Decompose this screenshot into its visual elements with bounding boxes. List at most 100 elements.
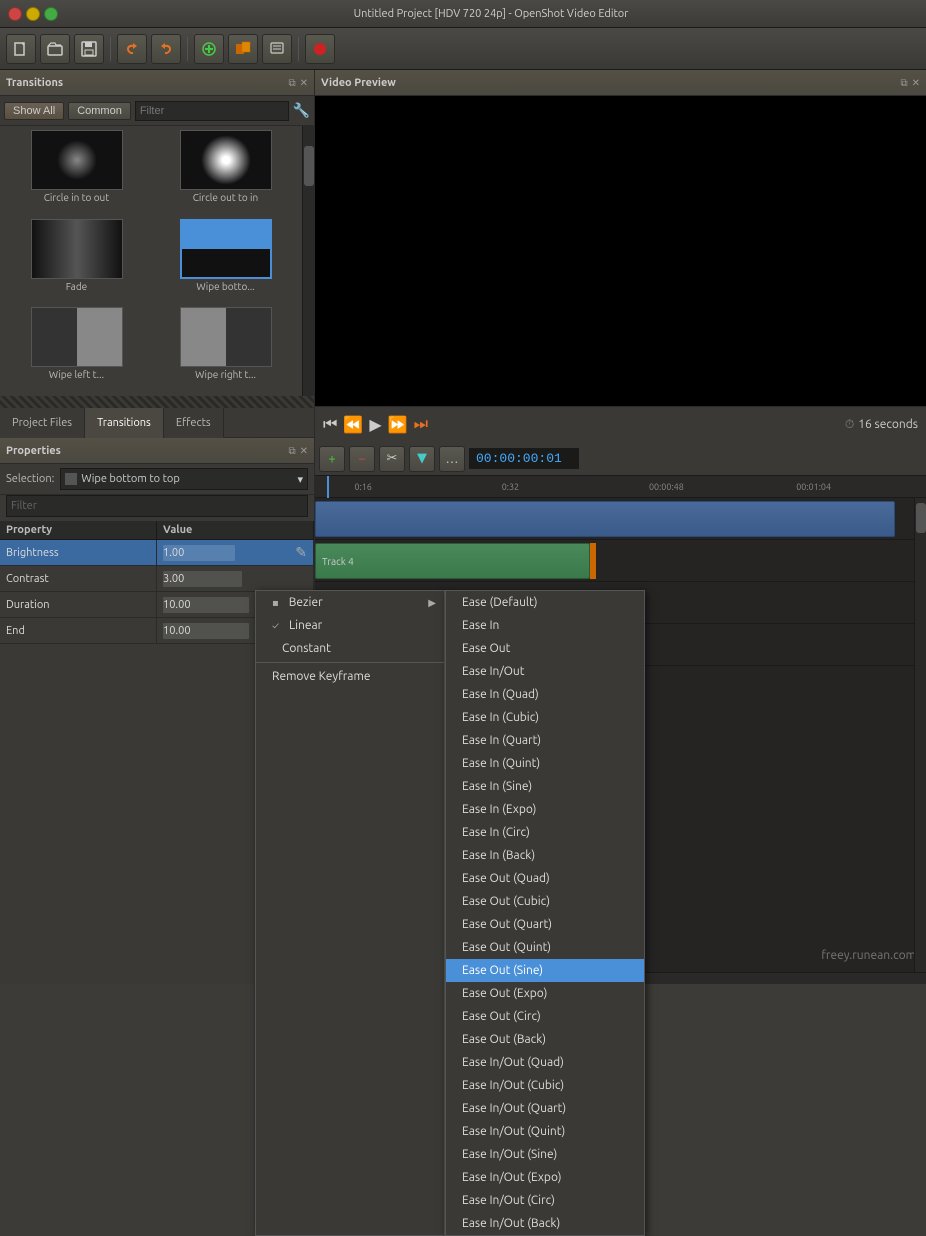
- minimize-button[interactable]: [26, 7, 40, 21]
- sub-ease-inout-quad[interactable]: Ease In/Out (Quad): [446, 1051, 644, 1074]
- props-row-contrast[interactable]: Contrast 3.00: [0, 566, 314, 592]
- sub-ease-in-quart[interactable]: Ease In (Quart): [446, 729, 644, 752]
- props-row-brightness[interactable]: Brightness 1.00 ✎: [0, 540, 314, 566]
- track-4-clip[interactable]: Track 4: [315, 543, 590, 579]
- transition-label-circle-in-out: Circle in to out: [44, 192, 109, 203]
- col-value: Value: [157, 521, 314, 539]
- tab-effects[interactable]: Effects: [164, 408, 224, 438]
- panel-float-icon[interactable]: ⧉: [288, 77, 295, 89]
- transition-label-circle-out-in: Circle out to in: [193, 192, 258, 203]
- import-button[interactable]: [228, 34, 258, 64]
- tracks-scrollbar[interactable]: [914, 498, 926, 972]
- bezier-check-icon: ▪: [272, 597, 279, 609]
- tab-transitions[interactable]: Transitions: [85, 408, 164, 438]
- show-all-button[interactable]: Show All: [4, 102, 64, 120]
- ctx-bezier[interactable]: ▪ Bezier ▶: [256, 591, 444, 614]
- save-button[interactable]: [74, 34, 104, 64]
- sub-ease-in-expo[interactable]: Ease In (Expo): [446, 798, 644, 821]
- sub-ease-out-quart[interactable]: Ease Out (Quart): [446, 913, 644, 936]
- close-button[interactable]: [8, 7, 22, 21]
- tab-project-files[interactable]: Project Files: [0, 408, 85, 438]
- sub-ease-out-quad[interactable]: Ease Out (Quad): [446, 867, 644, 890]
- tl-add-button[interactable]: +: [319, 446, 345, 472]
- col-property: Property: [0, 521, 157, 539]
- context-menu: ▪ Bezier ▶ ✓ Linear Constant Remove Ke: [255, 590, 445, 1236]
- sub-ease-in-out[interactable]: Ease In/Out: [446, 660, 644, 683]
- skip-end-button[interactable]: ⏭: [414, 415, 428, 434]
- ctx-remove-keyframe[interactable]: Remove Keyframe: [256, 665, 444, 688]
- undo-button[interactable]: [117, 34, 147, 64]
- transition-thumb-wipe-left[interactable]: [31, 307, 123, 367]
- video-close-icon[interactable]: ✕: [912, 77, 920, 89]
- ctx-linear[interactable]: ✓ Linear: [256, 614, 444, 637]
- sub-ease-inout-cubic[interactable]: Ease In/Out (Cubic): [446, 1074, 644, 1097]
- sub-ease-out-cubic[interactable]: Ease Out (Cubic): [446, 890, 644, 913]
- tl-remove-button[interactable]: −: [349, 446, 375, 472]
- sub-ease-out-back[interactable]: Ease Out (Back): [446, 1028, 644, 1051]
- track-clip-blue[interactable]: [315, 501, 895, 537]
- transition-thumb-circle-in-out[interactable]: [31, 130, 123, 190]
- sub-ease-inout-quint[interactable]: Ease In/Out (Quint): [446, 1120, 644, 1143]
- sub-ease-in-circ[interactable]: Ease In (Circ): [446, 821, 644, 844]
- sub-ease-out-quint[interactable]: Ease Out (Quint): [446, 936, 644, 959]
- open-button[interactable]: [40, 34, 70, 64]
- transition-wipe-right[interactable]: Wipe right t...: [153, 307, 298, 392]
- panel-close-icon[interactable]: ✕: [300, 77, 308, 89]
- transition-circle-out-in[interactable]: Circle out to in: [153, 130, 298, 215]
- sub-ease-inout-circ[interactable]: Ease In/Out (Circ): [446, 1189, 644, 1212]
- transition-thumb-wipe-right[interactable]: [180, 307, 272, 367]
- sub-ease-in-quint[interactable]: Ease In (Quint): [446, 752, 644, 775]
- sub-ease-inout-expo[interactable]: Ease In/Out (Expo): [446, 1166, 644, 1189]
- selection-dropdown[interactable]: Wipe bottom to top ▾: [60, 468, 308, 490]
- common-button[interactable]: Common: [68, 102, 131, 120]
- tl-cut-button[interactable]: ✂: [379, 446, 405, 472]
- sub-ease-inout-quart[interactable]: Ease In/Out (Quart): [446, 1097, 644, 1120]
- sub-ease-in-quad[interactable]: Ease In (Quad): [446, 683, 644, 706]
- transition-thumb-wipe-bottom[interactable]: [180, 219, 272, 279]
- ctx-constant[interactable]: Constant: [256, 637, 444, 660]
- export-button[interactable]: [262, 34, 292, 64]
- add-track-button[interactable]: [194, 34, 224, 64]
- new-button[interactable]: [6, 34, 36, 64]
- sub-ease-out-expo[interactable]: Ease Out (Expo): [446, 982, 644, 1005]
- play-button[interactable]: ▶: [369, 415, 381, 434]
- sub-ease-inout-back[interactable]: Ease In/Out (Back): [446, 1212, 644, 1235]
- transition-circle-in-out[interactable]: Circle in to out: [4, 130, 149, 215]
- video-preview-header: Video Preview ⧉ ✕: [315, 70, 926, 96]
- transition-fade[interactable]: Fade: [4, 219, 149, 304]
- sub-ease-default[interactable]: Ease (Default): [446, 591, 644, 614]
- sub-ease-in-back[interactable]: Ease In (Back): [446, 844, 644, 867]
- video-float-icon[interactable]: ⧉: [900, 77, 907, 89]
- sub-ease-inout-sine[interactable]: Ease In/Out (Sine): [446, 1143, 644, 1166]
- toolbar-separator-1: [110, 37, 111, 61]
- sub-ease-in-cubic[interactable]: Ease In (Cubic): [446, 706, 644, 729]
- transition-label-wipe-bottom: Wipe botto...: [196, 281, 254, 292]
- clear-filter-icon[interactable]: 🔧: [293, 102, 310, 119]
- redo-button[interactable]: [151, 34, 181, 64]
- transition-thumb-fade[interactable]: [31, 219, 123, 279]
- transition-thumb-circle-out-in[interactable]: [180, 130, 272, 190]
- brightness-edit-icon[interactable]: ✎: [295, 544, 307, 561]
- transitions-scrollbar-thumb[interactable]: [304, 146, 314, 186]
- transition-wipe-left[interactable]: Wipe left t...: [4, 307, 149, 392]
- sub-ease-in-sine[interactable]: Ease In (Sine): [446, 775, 644, 798]
- skip-back-button[interactable]: ⏮: [323, 415, 337, 434]
- tracks-scrollbar-thumb[interactable]: [916, 503, 926, 533]
- tl-down-button[interactable]: ▼: [409, 446, 435, 472]
- transitions-filter-input[interactable]: [135, 101, 289, 121]
- sub-ease-out-circ[interactable]: Ease Out (Circ): [446, 1005, 644, 1028]
- transitions-scrollbar[interactable]: [302, 126, 314, 396]
- props-close-icon[interactable]: ✕: [300, 445, 308, 457]
- step-back-button[interactable]: ⏪: [343, 415, 363, 434]
- step-forward-button[interactable]: ⏩: [388, 415, 408, 434]
- sub-ease-out[interactable]: Ease Out: [446, 637, 644, 660]
- props-float-icon[interactable]: ⧉: [288, 445, 295, 457]
- properties-filter[interactable]: Filter: [6, 495, 308, 517]
- sub-ease-in[interactable]: Ease In: [446, 614, 644, 637]
- maximize-button[interactable]: [44, 7, 58, 21]
- tl-more-button[interactable]: …: [439, 446, 465, 472]
- sub-ease-out-sine[interactable]: Ease Out (Sine): [446, 959, 644, 982]
- time-label: ⏱ 16 seconds: [845, 418, 918, 432]
- record-button[interactable]: [305, 34, 335, 64]
- transition-wipe-bottom[interactable]: Wipe botto...: [153, 219, 298, 304]
